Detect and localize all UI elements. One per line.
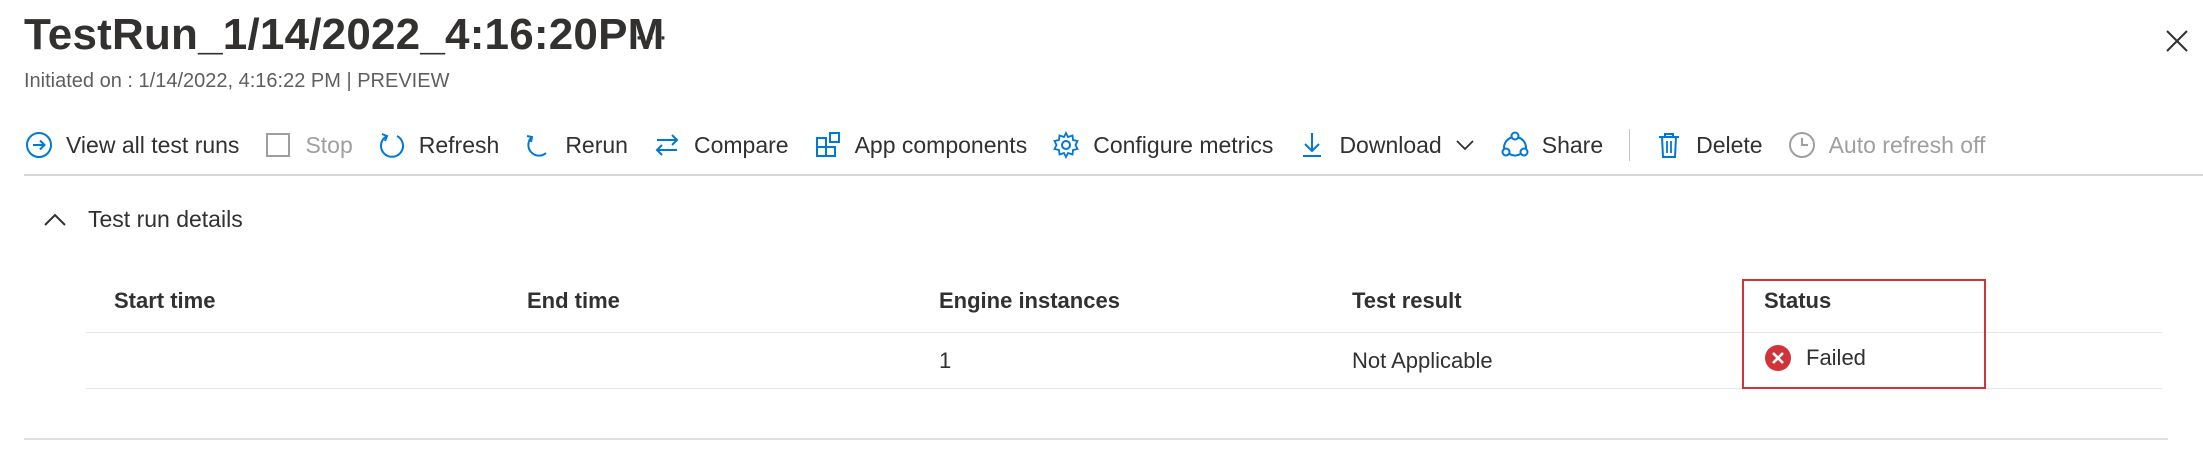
column-header-start-time: Start time <box>114 288 216 313</box>
app-components-label: App components <box>854 131 1028 158</box>
chevron-down-icon <box>1454 134 1476 156</box>
app-components-icon <box>813 130 843 160</box>
view-all-test-runs-button[interactable]: View all test runs <box>24 124 239 166</box>
gear-icon <box>1051 130 1081 160</box>
auto-refresh-button[interactable]: Auto refresh off <box>1787 124 1986 166</box>
status-highlight-box <box>1742 279 1986 389</box>
clock-icon <box>1787 130 1817 160</box>
app-components-button[interactable]: App components <box>813 124 1028 166</box>
share-label: Share <box>1541 131 1604 158</box>
compare-arrows-icon <box>652 130 682 160</box>
refresh-label: Refresh <box>418 131 500 158</box>
checkbox-icon <box>263 130 293 160</box>
column-header-engine-instances: Engine instances <box>939 288 1120 313</box>
rerun-label: Rerun <box>565 131 628 158</box>
download-button[interactable]: Download <box>1297 124 1475 166</box>
command-bar: View all test runs Stop Refresh Rerun Co… <box>24 124 2009 166</box>
cell-engine-instances: 1 <box>939 348 952 373</box>
stop-label: Stop <box>305 131 353 158</box>
page-subtitle: Initiated on : 1/14/2022, 4:16:22 PM | P… <box>24 70 450 92</box>
trash-icon <box>1654 130 1684 160</box>
section-title: Test run details <box>88 206 243 232</box>
stop-button[interactable]: Stop <box>263 124 353 166</box>
rerun-button[interactable]: Rerun <box>523 124 628 166</box>
compare-label: Compare <box>693 131 789 158</box>
close-icon <box>2166 30 2188 52</box>
more-options-button[interactable]: ··· <box>634 22 670 52</box>
download-label: Download <box>1339 131 1442 158</box>
circle-arrow-right-icon <box>24 130 54 160</box>
refresh-button[interactable]: Refresh <box>377 124 500 166</box>
download-icon <box>1297 130 1327 160</box>
cell-test-result: Not Applicable <box>1352 348 1493 373</box>
view-all-test-runs-label: View all test runs <box>66 131 240 158</box>
auto-refresh-label: Auto refresh off <box>1828 131 1986 158</box>
toolbar-divider-line <box>24 174 2203 176</box>
test-run-details-toggle[interactable]: Test run details <box>42 206 243 233</box>
configure-metrics-label: Configure metrics <box>1093 131 1274 158</box>
delete-button[interactable]: Delete <box>1654 124 1763 166</box>
column-header-test-result: Test result <box>1352 288 1462 313</box>
share-icon <box>1500 130 1530 160</box>
share-button[interactable]: Share <box>1500 124 1603 166</box>
configure-metrics-button[interactable]: Configure metrics <box>1051 124 1273 166</box>
close-button[interactable] <box>2162 26 2192 56</box>
section-bottom-divider <box>24 438 2168 440</box>
column-header-end-time: End time <box>527 288 620 313</box>
page-title: TestRun_1/14/2022_4:16:20PM <box>24 10 665 59</box>
compare-button[interactable]: Compare <box>652 124 789 166</box>
chevron-up-icon <box>42 207 68 233</box>
refresh-icon <box>377 130 407 160</box>
delete-label: Delete <box>1696 131 1763 158</box>
rerun-icon <box>523 130 553 160</box>
toolbar-divider <box>1629 129 1631 161</box>
